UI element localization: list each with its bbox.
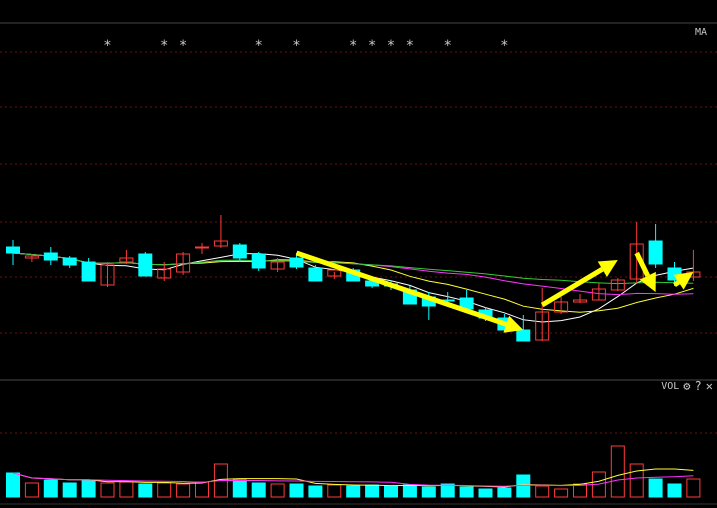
moving-average-lines [12, 252, 694, 323]
volume-ma-lines [12, 468, 694, 488]
volume-bar [119, 481, 134, 498]
volume-bar [365, 484, 380, 498]
candle-body [516, 329, 531, 342]
candlestick-series [6, 215, 701, 342]
volume-ma-line [12, 472, 694, 487]
volume-bar [81, 479, 96, 498]
volume-bar [421, 486, 436, 498]
candle-body [648, 240, 663, 265]
candle-body [43, 252, 58, 261]
star-marker: * [179, 38, 187, 54]
volume-bar [402, 484, 417, 498]
help-icon[interactable]: ? [695, 380, 702, 392]
volume-bar [232, 479, 247, 498]
star-marker: * [254, 38, 262, 54]
volume-bar [554, 488, 569, 498]
volume-bar [573, 483, 587, 498]
volume-bar [308, 485, 323, 498]
volume-bar [610, 445, 625, 498]
candle-body [62, 257, 77, 266]
star-marker: * [500, 38, 508, 54]
arrow-shaft [295, 250, 508, 327]
close-icon[interactable]: ✕ [706, 380, 713, 392]
volume-bar [270, 483, 285, 498]
candle-body [251, 253, 266, 269]
arrow-shaft [634, 251, 650, 277]
volume-bar [62, 482, 77, 498]
volume-bar [251, 482, 266, 498]
volume-bar [6, 472, 20, 498]
volume-bar [43, 479, 58, 498]
volume-bar [195, 481, 209, 498]
candle-body [289, 257, 304, 268]
volume-bar [176, 483, 191, 498]
arrow-shaft [673, 280, 680, 288]
stock-chart: * * * * * * * * * * * [0, 22, 717, 505]
star-marker: * [406, 38, 414, 54]
settings-icon[interactable]: ⚙ [683, 380, 690, 392]
star-marker: * [443, 38, 451, 54]
volume-bar [478, 488, 493, 498]
volume-bars [6, 445, 701, 498]
volume-bar [648, 478, 663, 498]
volume-panel-label: VOL [661, 380, 680, 392]
volume-bar [100, 482, 115, 498]
star-marker: * [349, 38, 357, 54]
volume-bar [497, 487, 512, 498]
volume-bar [384, 485, 398, 498]
volume-bar [516, 474, 531, 498]
volume-bar [157, 482, 172, 498]
star-marker: * [368, 38, 376, 54]
candle-body [138, 253, 153, 277]
candle-body [195, 246, 209, 249]
volume-bar [327, 484, 342, 498]
volume-bar [289, 483, 304, 498]
volume-bar [346, 485, 361, 498]
volume-bar [629, 463, 644, 498]
candle-body [6, 246, 20, 254]
candle-body [308, 267, 323, 282]
candle-body [232, 244, 247, 259]
annotation-arrows [295, 250, 694, 333]
volume-bar [535, 485, 550, 498]
candle-body [81, 261, 96, 282]
volume-bar [138, 483, 153, 498]
volume-toolbar: VOL ⚙ ? ✕ [661, 378, 713, 394]
volume-bar [686, 478, 701, 498]
star-marker: * [103, 38, 111, 54]
ma-indicator-label: MA [694, 27, 707, 38]
star-marker: * [387, 38, 395, 54]
star-marker: * [160, 38, 168, 54]
volume-bar [667, 483, 682, 498]
volume-bar [459, 486, 474, 498]
star-marker: * [292, 38, 300, 54]
volume-bar [24, 482, 39, 498]
